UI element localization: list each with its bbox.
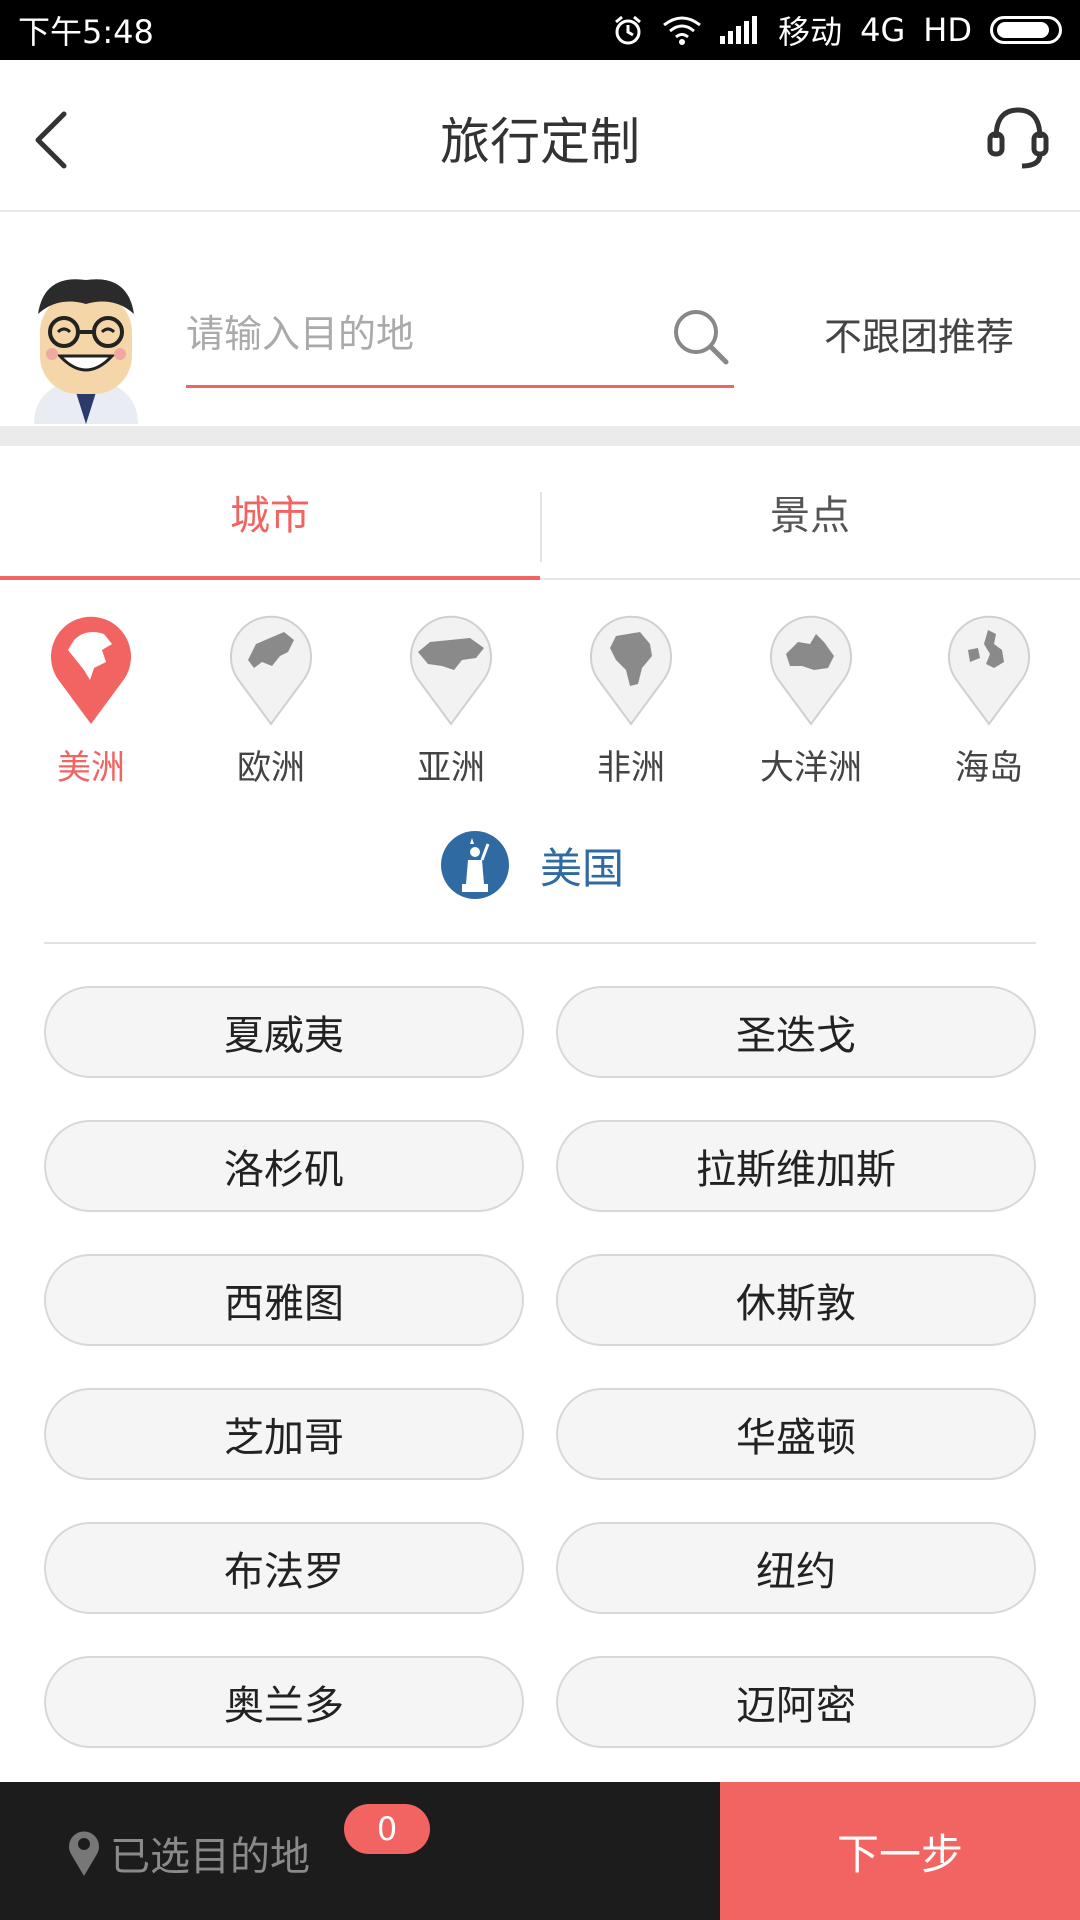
- city-button[interactable]: 纽约: [556, 1522, 1036, 1614]
- city-button[interactable]: 华盛顿: [556, 1388, 1036, 1480]
- hd-label: HD: [923, 11, 972, 49]
- country-header: 美国: [440, 828, 624, 902]
- continent-label: 海岛: [955, 748, 1023, 788]
- city-button[interactable]: 西雅图: [44, 1254, 524, 1346]
- carrier-label: 移动: [778, 13, 843, 51]
- continent-label: 大洋洲: [760, 748, 862, 788]
- country-name: 美国: [540, 843, 625, 893]
- tab-divider: [540, 492, 542, 562]
- status-icons: 移动 4G HD: [612, 7, 1062, 53]
- no-group-recommend-link[interactable]: 不跟团推荐: [824, 306, 1014, 361]
- tab-attraction[interactable]: 景点: [540, 446, 1080, 578]
- africa-map-icon: [590, 615, 672, 726]
- tab-city[interactable]: 城市: [0, 446, 540, 580]
- assistant-avatar: [24, 274, 148, 424]
- city-button[interactable]: 布法罗: [44, 1522, 524, 1614]
- city-button[interactable]: 夏威夷: [44, 986, 524, 1078]
- search-field: [186, 294, 734, 388]
- asia-map-icon: [410, 615, 492, 726]
- city-button[interactable]: 休斯敦: [556, 1254, 1036, 1346]
- europe-map-icon: [230, 615, 312, 726]
- wifi-icon: [662, 15, 702, 45]
- city-grid: 夏威夷 圣迭戈 洛杉矶 拉斯维加斯 西雅图 休斯敦 芝加哥 华盛顿 布法罗 纽约…: [44, 986, 1036, 1790]
- search-icon[interactable]: [670, 306, 730, 366]
- continent-label: 欧洲: [237, 748, 305, 788]
- continent-label: 亚洲: [417, 748, 485, 788]
- alarm-icon: [612, 14, 644, 46]
- continent-label: 美洲: [57, 748, 125, 788]
- customer-service-button[interactable]: [986, 104, 1050, 174]
- city-row: 夏威夷 圣迭戈: [44, 986, 1036, 1078]
- city-row: 布法罗 纽约: [44, 1522, 1036, 1614]
- continent-africa[interactable]: 非洲: [571, 610, 691, 789]
- city-row: 芝加哥 华盛顿: [44, 1388, 1036, 1480]
- city-row: 西雅图 休斯敦: [44, 1254, 1036, 1346]
- status-bar: 下午5:48 移动 4G HD: [0, 0, 1080, 60]
- city-button[interactable]: 迈阿密: [556, 1656, 1036, 1748]
- header: 旅行定制: [0, 60, 1080, 212]
- americas-map-icon: [51, 616, 131, 724]
- city-button[interactable]: 拉斯维加斯: [556, 1120, 1036, 1212]
- network-label: 4G: [860, 11, 906, 49]
- search-input[interactable]: [186, 304, 646, 364]
- page-title: 旅行定制: [440, 113, 640, 171]
- city-row: 奥兰多 迈阿密: [44, 1656, 1036, 1748]
- selected-destinations[interactable]: 已选目的地 0: [0, 1782, 720, 1920]
- island-map-icon: [948, 615, 1030, 726]
- statue-of-liberty-icon: [441, 831, 509, 899]
- city-row: 洛杉矶 拉斯维加斯: [44, 1120, 1036, 1212]
- location-pin-icon: [69, 1831, 99, 1876]
- signal-icon: [720, 16, 760, 44]
- continent-americas[interactable]: 美洲: [31, 610, 151, 789]
- section-divider: [0, 426, 1080, 446]
- oceania-map-icon: [770, 615, 852, 726]
- selected-count-badge: 0: [344, 1804, 430, 1854]
- status-time: 下午5:48: [18, 13, 154, 51]
- city-button[interactable]: 洛杉矶: [44, 1120, 524, 1212]
- continent-selector: 美洲 欧洲 亚洲 非洲 大洋洲 海岛: [0, 610, 1080, 789]
- bottom-bar: 已选目的地 0 下一步: [0, 1782, 1080, 1920]
- country-divider: [44, 942, 1036, 944]
- selected-destinations-label: 已选目的地: [110, 1834, 310, 1880]
- city-button[interactable]: 奥兰多: [44, 1656, 524, 1748]
- search-section: 不跟团推荐: [0, 214, 1080, 426]
- continent-asia[interactable]: 亚洲: [391, 610, 511, 789]
- city-button[interactable]: 圣迭戈: [556, 986, 1036, 1078]
- continent-islands[interactable]: 海岛: [929, 610, 1049, 789]
- battery-icon: [990, 16, 1062, 44]
- next-step-button[interactable]: 下一步: [720, 1782, 1080, 1920]
- continent-europe[interactable]: 欧洲: [211, 610, 331, 789]
- headset-icon: [987, 107, 1049, 169]
- continent-oceania[interactable]: 大洋洲: [751, 610, 871, 789]
- continent-label: 非洲: [597, 748, 665, 788]
- city-button[interactable]: 芝加哥: [44, 1388, 524, 1480]
